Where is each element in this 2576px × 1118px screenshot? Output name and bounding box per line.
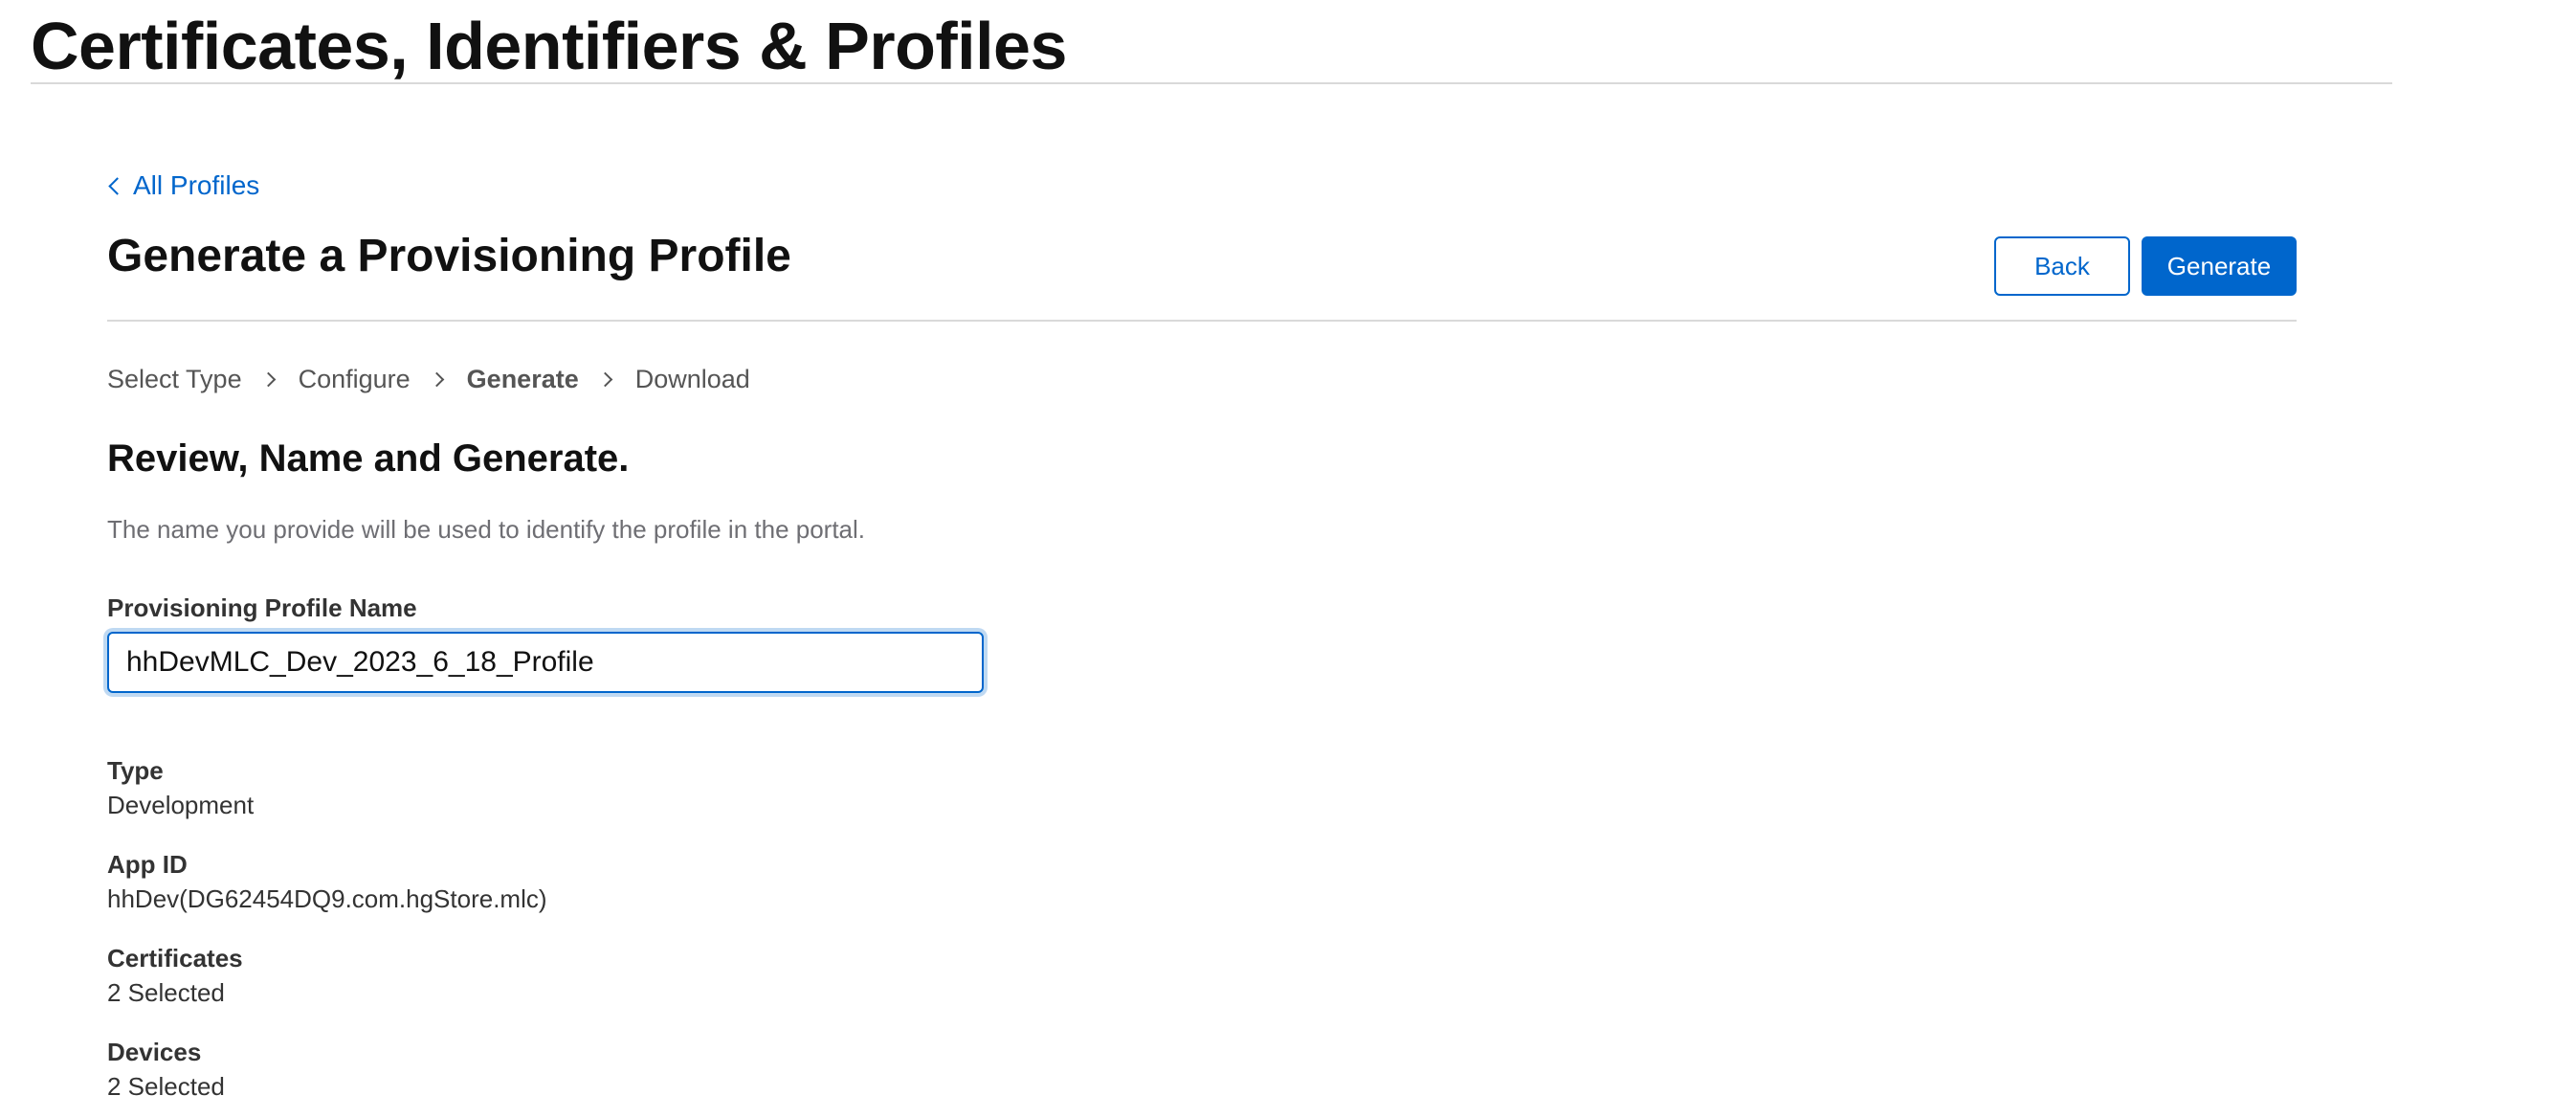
app-id-label: App ID xyxy=(107,850,188,879)
step-generate: Generate xyxy=(466,365,579,393)
step-select-type: Select Type xyxy=(107,365,242,393)
certificates-label: Certificates xyxy=(107,944,243,973)
step-download: Download xyxy=(634,365,750,393)
back-button[interactable]: Back xyxy=(1994,236,2130,296)
step-configure: Configure xyxy=(298,365,411,393)
devices-value: 2 Selected xyxy=(107,1072,225,1101)
certificates-value: 2 Selected xyxy=(107,978,225,1007)
generate-button[interactable]: Generate xyxy=(2142,236,2297,296)
page-title: Certificates, Identifiers & Profiles xyxy=(31,9,1067,83)
chevron-right-icon xyxy=(597,371,613,387)
chevron-right-icon xyxy=(429,371,444,387)
page: Certificates, Identifiers & Profiles All… xyxy=(0,0,2576,1118)
title-divider xyxy=(31,82,2392,84)
review-heading: Review, Name and Generate. xyxy=(107,437,630,480)
section-divider xyxy=(107,320,2297,322)
devices-label: Devices xyxy=(107,1038,202,1066)
app-id-value: hhDev(DG62454DQ9.com.hgStore.mlc) xyxy=(107,884,547,913)
review-description: The name you provide will be used to ide… xyxy=(107,515,866,544)
type-value: Development xyxy=(107,791,255,819)
all-profiles-link[interactable]: All Profiles xyxy=(107,168,259,203)
step-breadcrumb: Select Type Configure Generate Download xyxy=(107,362,750,396)
chevron-right-icon xyxy=(260,371,276,387)
profile-name-label: Provisioning Profile Name xyxy=(107,593,417,622)
all-profiles-link-label: All Profiles xyxy=(133,170,260,200)
section-title: Generate a Provisioning Profile xyxy=(107,231,791,281)
type-label: Type xyxy=(107,756,164,785)
profile-name-input[interactable] xyxy=(107,632,984,693)
chevron-left-icon xyxy=(108,176,126,195)
